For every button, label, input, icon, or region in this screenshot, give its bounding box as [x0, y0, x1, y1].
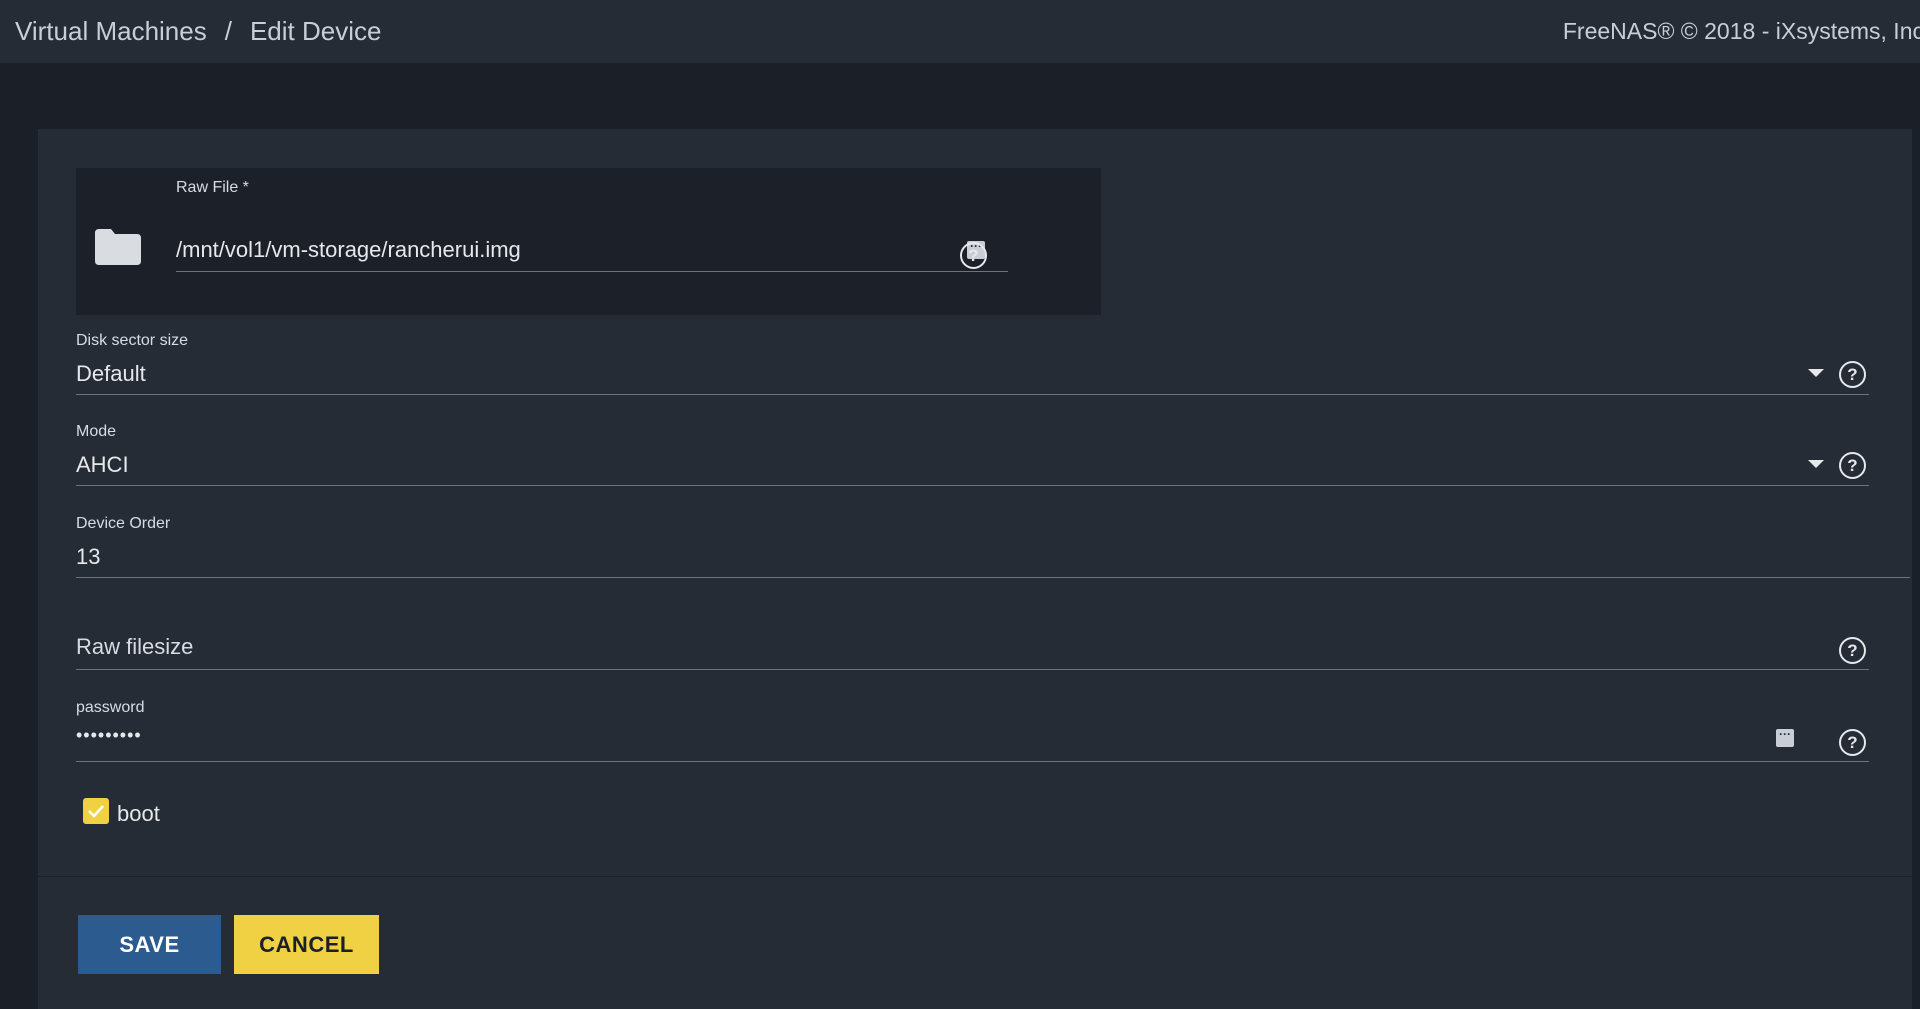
breadcrumb-edit-device: Edit Device: [249, 16, 382, 46]
device-order-input[interactable]: 13: [76, 544, 100, 570]
save-button[interactable]: SAVE: [78, 915, 221, 974]
boot-label[interactable]: boot: [117, 801, 160, 827]
mode-label: Mode: [76, 423, 117, 440]
raw-file-field: Raw File * /mnt/vol1/vm-storage/rancheru…: [76, 168, 1101, 315]
disk-sector-size-select[interactable]: Default: [76, 361, 146, 387]
raw-file-input[interactable]: /mnt/vol1/vm-storage/rancherui.img: [176, 234, 1008, 272]
password-toggle-icon[interactable]: ···: [1776, 728, 1794, 747]
mode-dropdown-icon[interactable]: [1808, 460, 1824, 468]
raw-filesize-help-icon[interactable]: ?: [1839, 637, 1866, 664]
disk-sector-size-underline: [76, 394, 1869, 395]
device-order-underline: [76, 577, 1910, 578]
checkmark-icon: [88, 805, 104, 818]
breadcrumb-separator: /: [224, 16, 232, 46]
breadcrumb-virtual-machines[interactable]: Virtual Machines: [15, 16, 207, 47]
raw-filesize-underline: [76, 669, 1869, 670]
password-input[interactable]: •••••••••: [76, 725, 142, 746]
mode-help-icon[interactable]: ?: [1839, 452, 1866, 479]
password-label: password: [76, 699, 145, 716]
disk-sector-size-help-icon[interactable]: ?: [1839, 361, 1866, 388]
edit-device-form: Raw File * /mnt/vol1/vm-storage/rancheru…: [38, 129, 1912, 1009]
boot-checkbox[interactable]: [83, 798, 109, 824]
disk-sector-size-dropdown-icon[interactable]: [1808, 369, 1824, 377]
raw-file-help-icon[interactable]: ?: [960, 242, 987, 269]
raw-filesize-input[interactable]: Raw filesize: [76, 634, 193, 660]
password-underline: [76, 761, 1869, 762]
cancel-button[interactable]: CANCEL: [234, 915, 379, 974]
device-order-label: Device Order: [76, 515, 171, 532]
raw-file-label: Raw File *: [176, 179, 249, 196]
mode-select[interactable]: AHCI: [76, 452, 129, 478]
password-help-icon[interactable]: ?: [1839, 729, 1866, 756]
top-bar: Virtual Machines / Edit Device FreeNAS® …: [0, 0, 1920, 63]
raw-file-value: /mnt/vol1/vm-storage/rancherui.img: [176, 237, 521, 262]
folder-icon[interactable]: [93, 227, 143, 267]
form-divider: [38, 876, 1912, 877]
copyright-text[interactable]: FreeNAS® © 2018 - iXsystems, Inc: [1563, 0, 1920, 63]
disk-sector-size-label: Disk sector size: [76, 332, 189, 349]
mode-underline: [76, 485, 1869, 486]
